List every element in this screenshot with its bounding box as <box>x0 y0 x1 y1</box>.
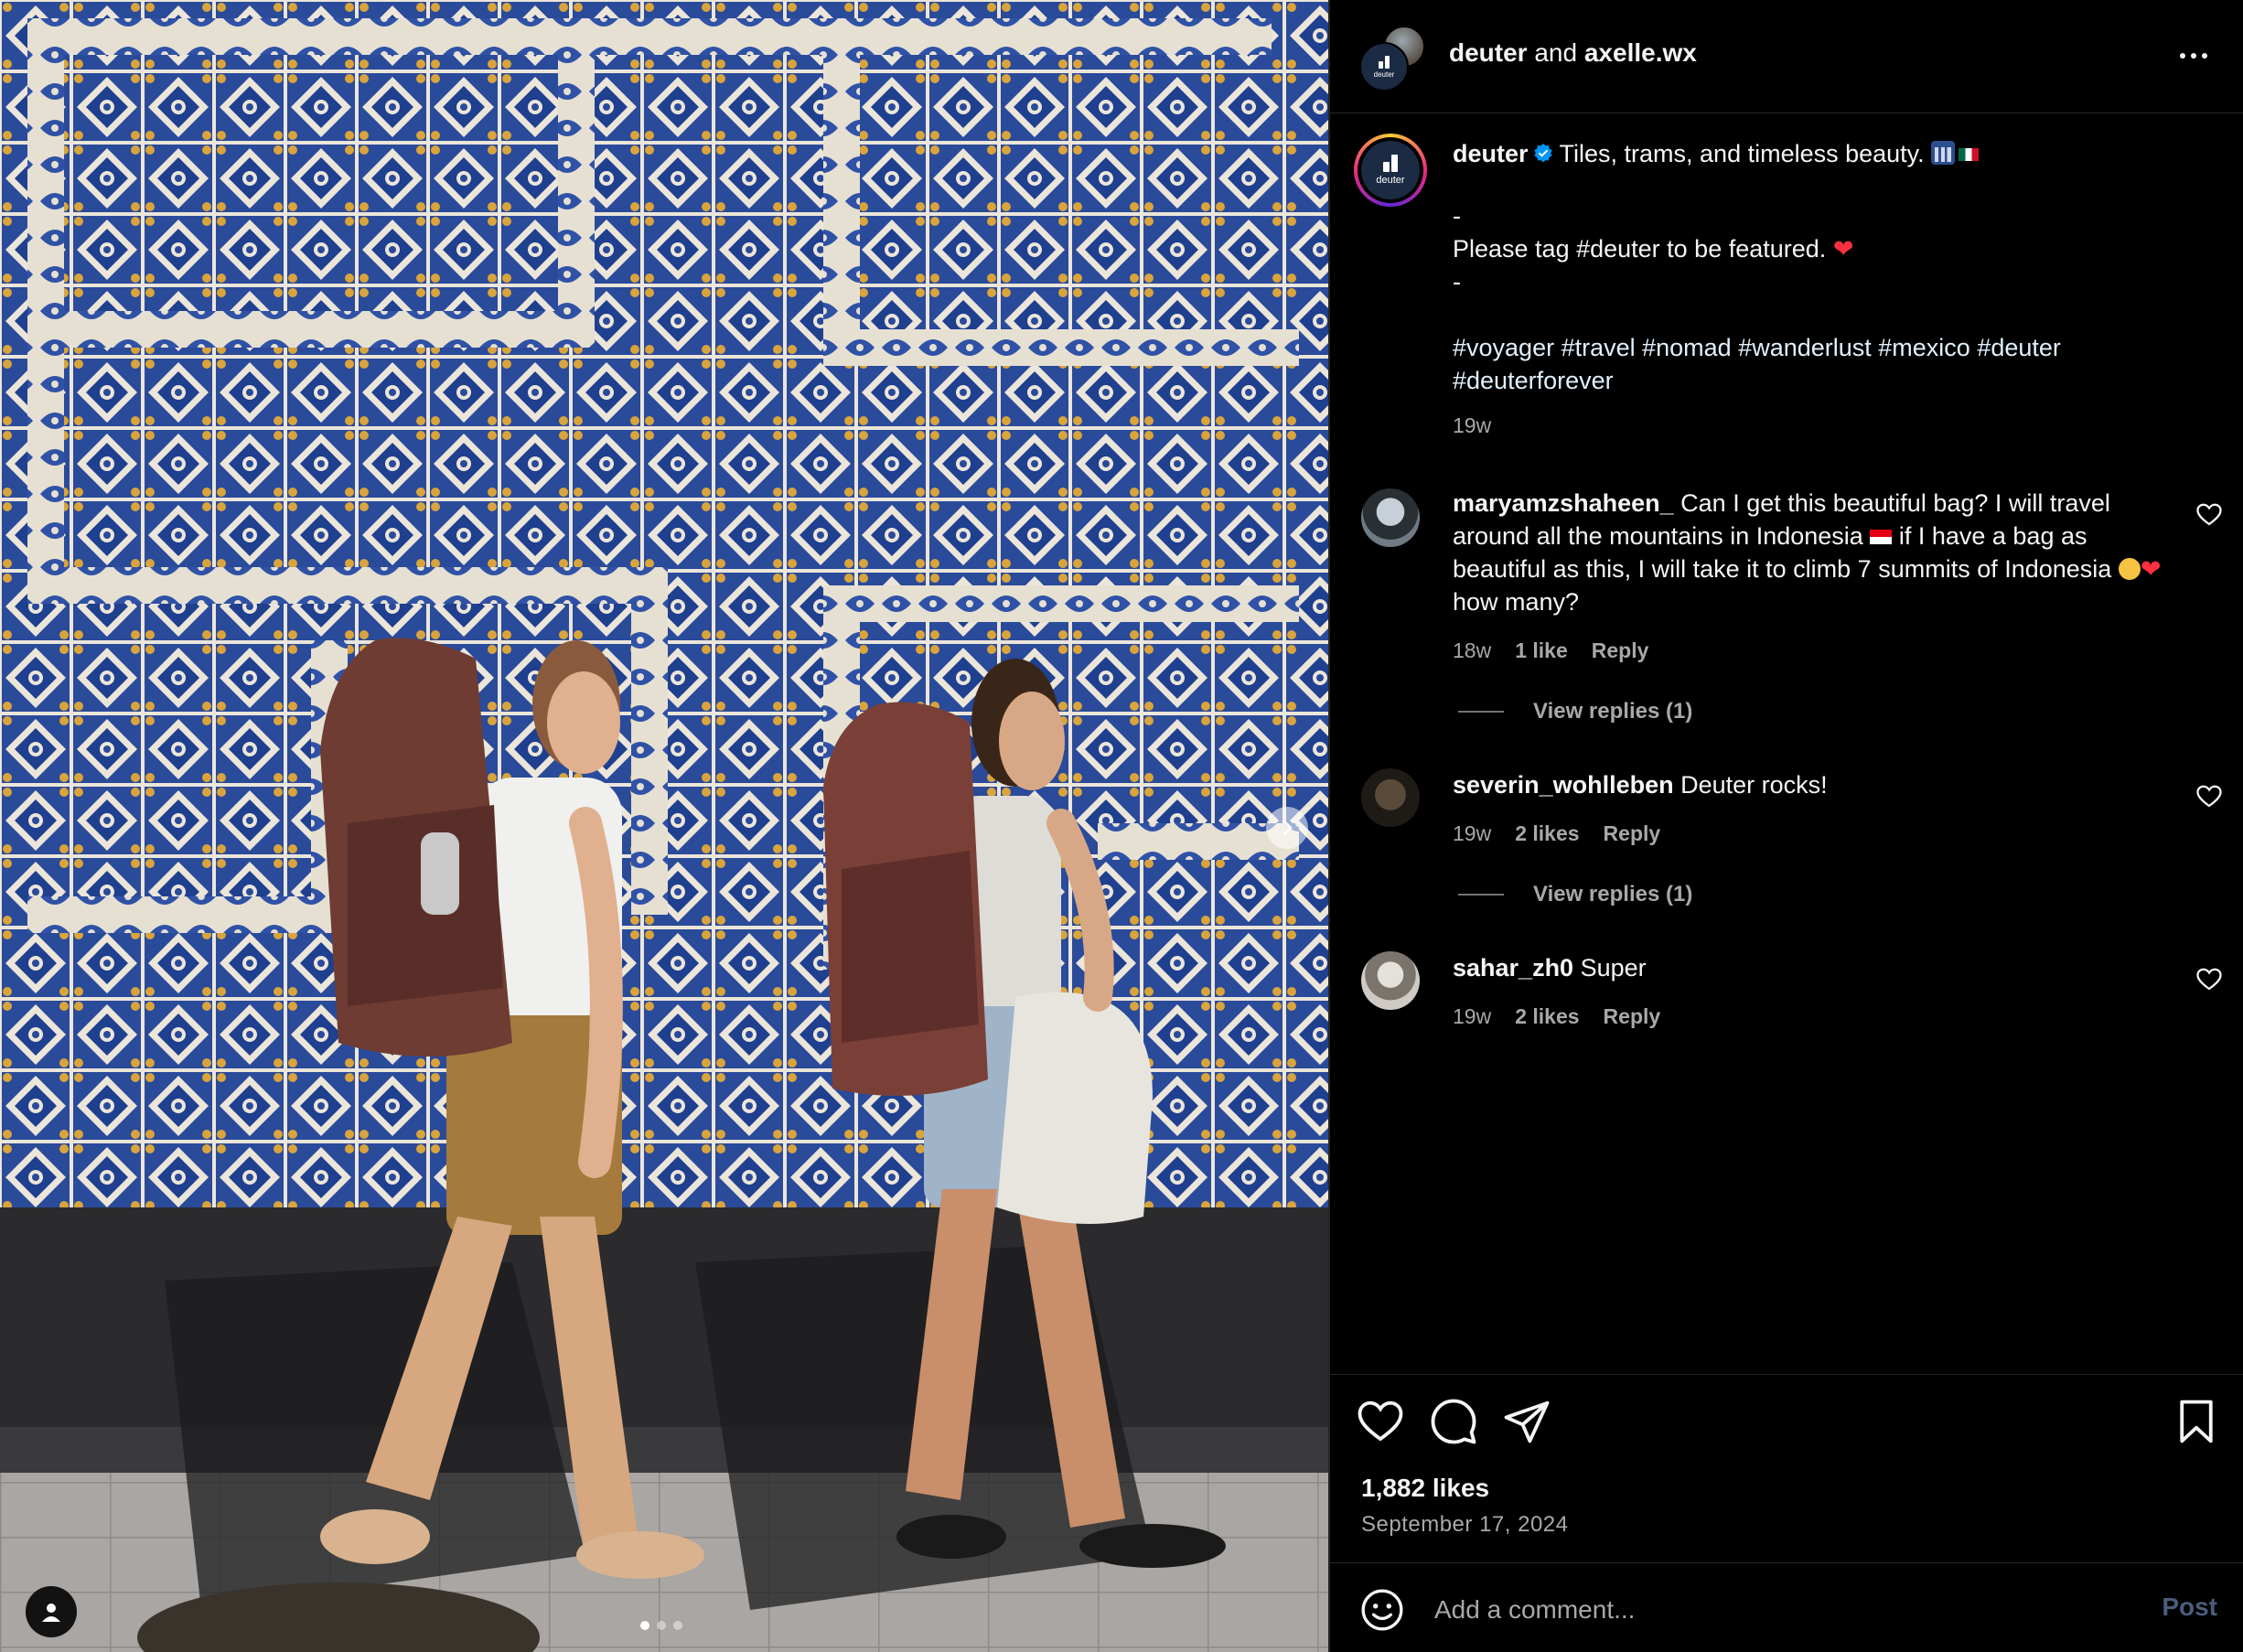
post-photo[interactable] <box>0 0 1328 1652</box>
carousel-dot <box>640 1621 649 1630</box>
comments-section[interactable]: deuter deuter Tiles, trams, and timeless … <box>1330 113 2243 1374</box>
deuter-avatar[interactable]: deuter <box>1359 42 1409 91</box>
tagged-users-button[interactable] <box>26 1586 77 1637</box>
bookmark-icon[interactable] <box>2172 1397 2221 1446</box>
comment-username[interactable]: severin_wohlleben <box>1453 771 1674 799</box>
red-heart-emoji-icon: ❤ <box>1832 235 1854 263</box>
view-replies-button[interactable]: View replies (1) <box>1458 882 1692 907</box>
comment-reply-button[interactable]: Reply <box>1604 821 1661 846</box>
commenter-avatar[interactable] <box>1361 488 1420 547</box>
smiley-icon[interactable] <box>1359 1587 1405 1633</box>
caption-meta: 19w <box>1453 413 1491 438</box>
post-header: deuter deuter and axelle.wx <box>1330 0 2243 113</box>
comment-body: Super <box>1580 954 1647 982</box>
reply-divider <box>1458 894 1504 896</box>
caption-username[interactable]: deuter <box>1453 140 1529 167</box>
author-joiner: and <box>1534 38 1578 67</box>
caption-text: deuter Tiles, trams, and timeless beauty.… <box>1453 137 2175 397</box>
comment-text: sahar_zh0 Super <box>1453 951 2175 984</box>
pleading-face-emoji-icon <box>2118 558 2141 580</box>
user-icon <box>42 1604 60 1622</box>
comment-timestamp[interactable]: 18w <box>1453 638 1491 663</box>
author-username[interactable]: deuter <box>1449 38 1528 67</box>
caption-dash: - <box>1453 268 1461 295</box>
view-replies-button[interactable]: View replies (1) <box>1458 699 1692 724</box>
post-date[interactable]: September 17, 2024 <box>1361 1512 1569 1538</box>
caption-avatar[interactable]: deuter <box>1354 134 1427 207</box>
commenter-avatar[interactable] <box>1361 951 1420 1010</box>
view-replies-label: View replies (1) <box>1533 699 1693 724</box>
comment-text: maryamzshaheen_ Can I get this beautiful… <box>1453 487 2166 618</box>
red-heart-emoji-icon: ❤ <box>2140 555 2162 583</box>
chevron-right-icon <box>1282 820 1293 836</box>
tile-wall-photo <box>0 0 1328 1652</box>
carousel-next-button[interactable] <box>1266 807 1308 849</box>
comment-like-heart-icon[interactable] <box>2195 501 2223 529</box>
add-comment-bar: Post <box>1330 1562 2243 1652</box>
more-options-button[interactable] <box>2173 42 2214 70</box>
collaborator-username[interactable]: axelle.wx <box>1584 38 1697 67</box>
caption-tag-line: Please tag #deuter to be featured. <box>1453 235 1827 263</box>
comment-like-heart-icon[interactable] <box>2195 966 2223 993</box>
comment-likes[interactable]: 2 likes <box>1515 1004 1579 1029</box>
comment-meta: 19w 2 likes Reply <box>1453 821 1660 846</box>
deuter-logo-icon <box>1383 155 1398 172</box>
collab-avatars[interactable]: deuter <box>1359 26 1425 91</box>
carousel-dot <box>657 1621 666 1630</box>
comment-reply-button[interactable]: Reply <box>1592 638 1649 663</box>
post-detail-panel: deuter deuter and axelle.wx deuter deute… <box>1328 0 2243 1652</box>
reply-divider <box>1458 711 1504 713</box>
post-actions: 1,882 likes September 17, 2024 <box>1330 1374 2243 1557</box>
heart-icon[interactable] <box>1356 1397 1405 1446</box>
caption-dash: - <box>1453 202 1461 230</box>
post-comment-button[interactable]: Post <box>2162 1593 2217 1622</box>
deuter-wordmark: deuter <box>1373 70 1395 79</box>
paper-plane-icon[interactable] <box>1502 1397 1551 1446</box>
indonesia-flag-icon <box>1870 530 1893 544</box>
comment-username[interactable]: sahar_zh0 <box>1453 954 1573 982</box>
verified-badge-icon <box>1533 144 1552 163</box>
deuter-avatar: deuter <box>1361 141 1420 199</box>
deuter-wordmark: deuter <box>1376 175 1405 186</box>
comment-input[interactable] <box>1433 1587 2091 1633</box>
likes-count[interactable]: 1,882 likes <box>1361 1474 1489 1503</box>
comment-reply-button[interactable]: Reply <box>1604 1004 1661 1029</box>
deuter-logo-icon <box>1379 55 1390 69</box>
comment-meta: 19w 2 likes Reply <box>1453 1004 1660 1029</box>
post-author-line: deuter and axelle.wx <box>1449 38 1697 68</box>
view-replies-label: View replies (1) <box>1533 882 1693 906</box>
commenter-avatar[interactable] <box>1361 768 1420 827</box>
cityscape-emoji-icon <box>1931 141 1956 165</box>
comment-bubble-icon[interactable] <box>1429 1397 1478 1446</box>
carousel-dot <box>673 1621 682 1630</box>
comment-likes[interactable]: 1 like <box>1515 638 1568 663</box>
mexico-flag-icon <box>1959 148 1980 161</box>
comment-timestamp[interactable]: 19w <box>1453 1004 1491 1029</box>
comment-username[interactable]: maryamzshaheen_ <box>1453 489 1674 517</box>
ellipsis-icon <box>2180 53 2207 59</box>
caption-hashtags[interactable]: #voyager #travel #nomad #wanderlust #mex… <box>1453 331 2175 364</box>
comment-text: severin_wohlleben Deuter rocks! <box>1453 768 2175 801</box>
caption-timestamp[interactable]: 19w <box>1453 413 1491 438</box>
caption-hashtags[interactable]: #deuterforever <box>1453 364 2175 397</box>
comment-meta: 18w 1 like Reply <box>1453 638 1648 663</box>
caption-body: Tiles, trams, and timeless beauty. <box>1559 140 1925 167</box>
carousel-indicator <box>640 1621 682 1630</box>
comment-like-heart-icon[interactable] <box>2195 783 2223 810</box>
comment-body: Deuter rocks! <box>1680 771 1828 799</box>
comment-body: how many? <box>1453 588 1580 616</box>
comment-likes[interactable]: 2 likes <box>1515 821 1579 846</box>
comment-timestamp[interactable]: 19w <box>1453 821 1491 846</box>
